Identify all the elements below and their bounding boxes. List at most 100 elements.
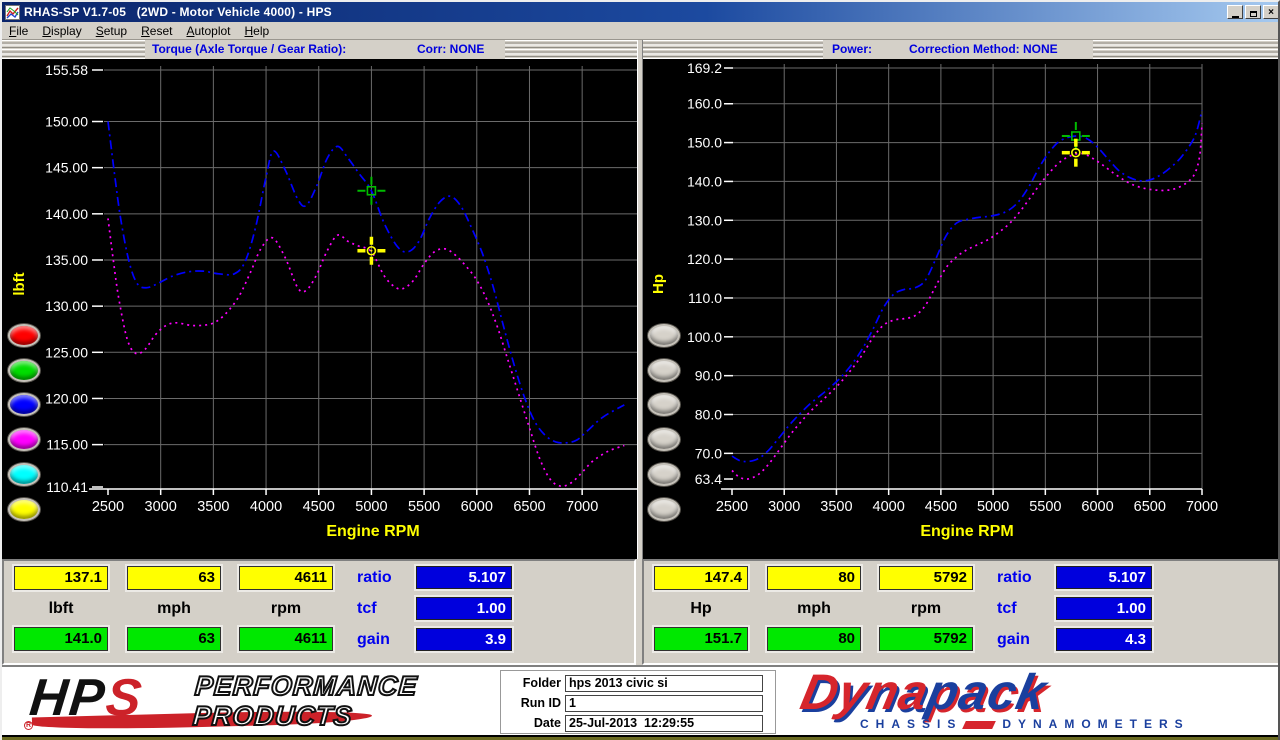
power-readout-panel: 147.4 80 5792 Hp mph rpm 151.7 80 5792 r…: [642, 559, 1278, 665]
torque-header-title: Torque (Axle Torque / Gear Ratio):: [152, 42, 347, 56]
readout-section: 137.1 63 4611 lbft mph rpm 141.0 63 4611…: [2, 559, 1278, 665]
restore-button[interactable]: [1245, 5, 1261, 19]
power-chart-plot[interactable]: 2500 3000 3500 4000 4500 5000 5500 6000 6500 7000…: [639, 59, 1280, 560]
power-header-corr: Correction Method: NONE: [909, 42, 1058, 56]
svg-text:120.00: 120.00: [45, 390, 88, 406]
svg-text:2500: 2500: [716, 499, 748, 515]
svg-text:3500: 3500: [820, 499, 852, 515]
power-header-title: Power:: [832, 42, 873, 56]
menu-setup[interactable]: Setup: [89, 23, 134, 39]
gain-label: gain: [357, 631, 390, 648]
tcf-label: tcf: [997, 600, 1017, 617]
menu-display[interactable]: Display: [35, 23, 88, 39]
svg-text:80.0: 80.0: [695, 407, 722, 423]
run-id-input[interactable]: [565, 694, 763, 712]
svg-text:145.00: 145.00: [45, 160, 88, 176]
folder-input[interactable]: [565, 674, 763, 692]
svg-text:5000: 5000: [977, 499, 1009, 515]
rpm-yellow-value: 5792: [877, 564, 975, 592]
run-select-button-power-0[interactable]: [648, 324, 680, 347]
dynapack-dash-icon: [962, 720, 997, 729]
hps-logo: R HPS PERFORMANCE PRODUCTS: [22, 669, 482, 733]
torque-chart-panel: 2500 3000 3500 4000 4500 5000 5500 6000 6500 7000…: [2, 59, 639, 560]
svg-text:6500: 6500: [513, 499, 545, 515]
speed-unit-label: mph: [797, 600, 831, 617]
panel-divider: [637, 40, 643, 560]
run-select-button-power-3[interactable]: [648, 428, 680, 451]
run-select-button-torque-2[interactable]: [8, 393, 40, 416]
minimize-button[interactable]: [1227, 5, 1243, 19]
svg-text:140.00: 140.00: [45, 206, 88, 222]
torque-header: Torque (Axle Torque / Gear Ratio): Corr:…: [145, 40, 505, 59]
run-select-button-torque-3[interactable]: [8, 428, 40, 451]
date-label: Date: [533, 716, 561, 730]
svg-text:110.41: 110.41: [46, 479, 88, 495]
svg-text:63.4: 63.4: [695, 471, 722, 487]
svg-text:90.0: 90.0: [695, 368, 722, 384]
power-green-value: 151.7: [652, 625, 750, 653]
gain-value: 4.3: [1054, 626, 1154, 653]
menu-file[interactable]: File: [2, 23, 35, 39]
svg-text:110.0: 110.0: [688, 290, 722, 306]
svg-text:7000: 7000: [566, 499, 598, 515]
date-input[interactable]: [565, 714, 763, 732]
svg-text:6500: 6500: [1134, 499, 1166, 515]
menu-bar: File Display Setup Reset Autoplot Help: [2, 22, 1278, 40]
menu-help[interactable]: Help: [238, 23, 277, 39]
tcf-label: tcf: [357, 600, 377, 617]
svg-text:Engine RPM: Engine RPM: [326, 523, 419, 540]
run-select-button-torque-5[interactable]: [8, 498, 40, 521]
svg-text:135.00: 135.00: [45, 252, 88, 268]
svg-text:Engine RPM: Engine RPM: [920, 523, 1013, 540]
svg-text:70.0: 70.0: [695, 445, 722, 461]
svg-text:150.0: 150.0: [687, 135, 722, 151]
run-info-panel: Folder Run ID Date: [500, 670, 776, 734]
svg-text:100.0: 100.0: [687, 329, 722, 345]
svg-text:120.0: 120.0: [687, 251, 722, 267]
speed-green-value: 80: [765, 625, 863, 653]
rpm-green-value: 5792: [877, 625, 975, 653]
tcf-value: 1.00: [414, 595, 514, 622]
rpm-unit-label: rpm: [910, 600, 942, 617]
title-bar[interactable]: RHAS-SP V1.7-05 (2WD - Motor Vehicle 400…: [2, 2, 1278, 22]
close-button[interactable]: ×: [1263, 5, 1278, 19]
run-select-button-torque-1[interactable]: [8, 359, 40, 382]
power-header: Power: Correction Method: NONE: [823, 40, 1093, 59]
torque-chart-plot[interactable]: 2500 3000 3500 4000 4500 5000 5500 6000 6500 7000…: [2, 59, 639, 560]
dynapack-logo: Dynapack CHASSIS DYNAMOMETERS: [796, 664, 1262, 733]
gain-label: gain: [997, 631, 1030, 648]
svg-text:7000: 7000: [1186, 499, 1218, 515]
ratio-label: ratio: [997, 569, 1032, 586]
speed-unit-label: mph: [157, 600, 191, 617]
svg-text:4500: 4500: [303, 499, 335, 515]
torque-readout-panel: 137.1 63 4611 lbft mph rpm 141.0 63 4611…: [2, 559, 636, 665]
svg-text:3500: 3500: [197, 499, 229, 515]
svg-text:4000: 4000: [873, 499, 905, 515]
torque-header-corr: Corr: NONE: [417, 42, 485, 56]
run-select-button-torque-4[interactable]: [8, 463, 40, 486]
speed-yellow-value: 63: [125, 564, 223, 592]
power-chart-panel: 2500 3000 3500 4000 4500 5000 5500 6000 6500 7000…: [639, 59, 1280, 560]
dynapack-subtitle: CHASSIS DYNAMOMETERS: [860, 717, 1190, 731]
run-select-button-power-1[interactable]: [648, 359, 680, 382]
hps-wordmark: HPS: [26, 669, 146, 727]
run-id-label: Run ID: [520, 696, 561, 710]
svg-text:130.0: 130.0: [687, 212, 722, 228]
window-title: RHAS-SP V1.7-05 (2WD - Motor Vehicle 400…: [24, 5, 332, 19]
menu-autoplot[interactable]: Autoplot: [179, 23, 237, 39]
minimize-icon: [1231, 15, 1239, 18]
rpm-green-value: 4611: [237, 625, 335, 653]
torque-green-value: 141.0: [12, 625, 110, 653]
menu-reset[interactable]: Reset: [134, 23, 179, 39]
run-select-button-power-2[interactable]: [648, 393, 680, 416]
run-select-button-torque-0[interactable]: [8, 324, 40, 347]
svg-text:115.00: 115.00: [46, 437, 88, 453]
power-unit-label: Hp: [690, 600, 712, 617]
ratio-value: 5.107: [414, 564, 514, 591]
svg-text:5500: 5500: [1029, 499, 1061, 515]
folder-label: Folder: [522, 676, 561, 690]
run-select-button-power-4[interactable]: [648, 463, 680, 486]
svg-text:6000: 6000: [1081, 499, 1113, 515]
svg-text:169.2: 169.2: [687, 60, 722, 76]
run-select-button-power-5[interactable]: [648, 498, 680, 521]
